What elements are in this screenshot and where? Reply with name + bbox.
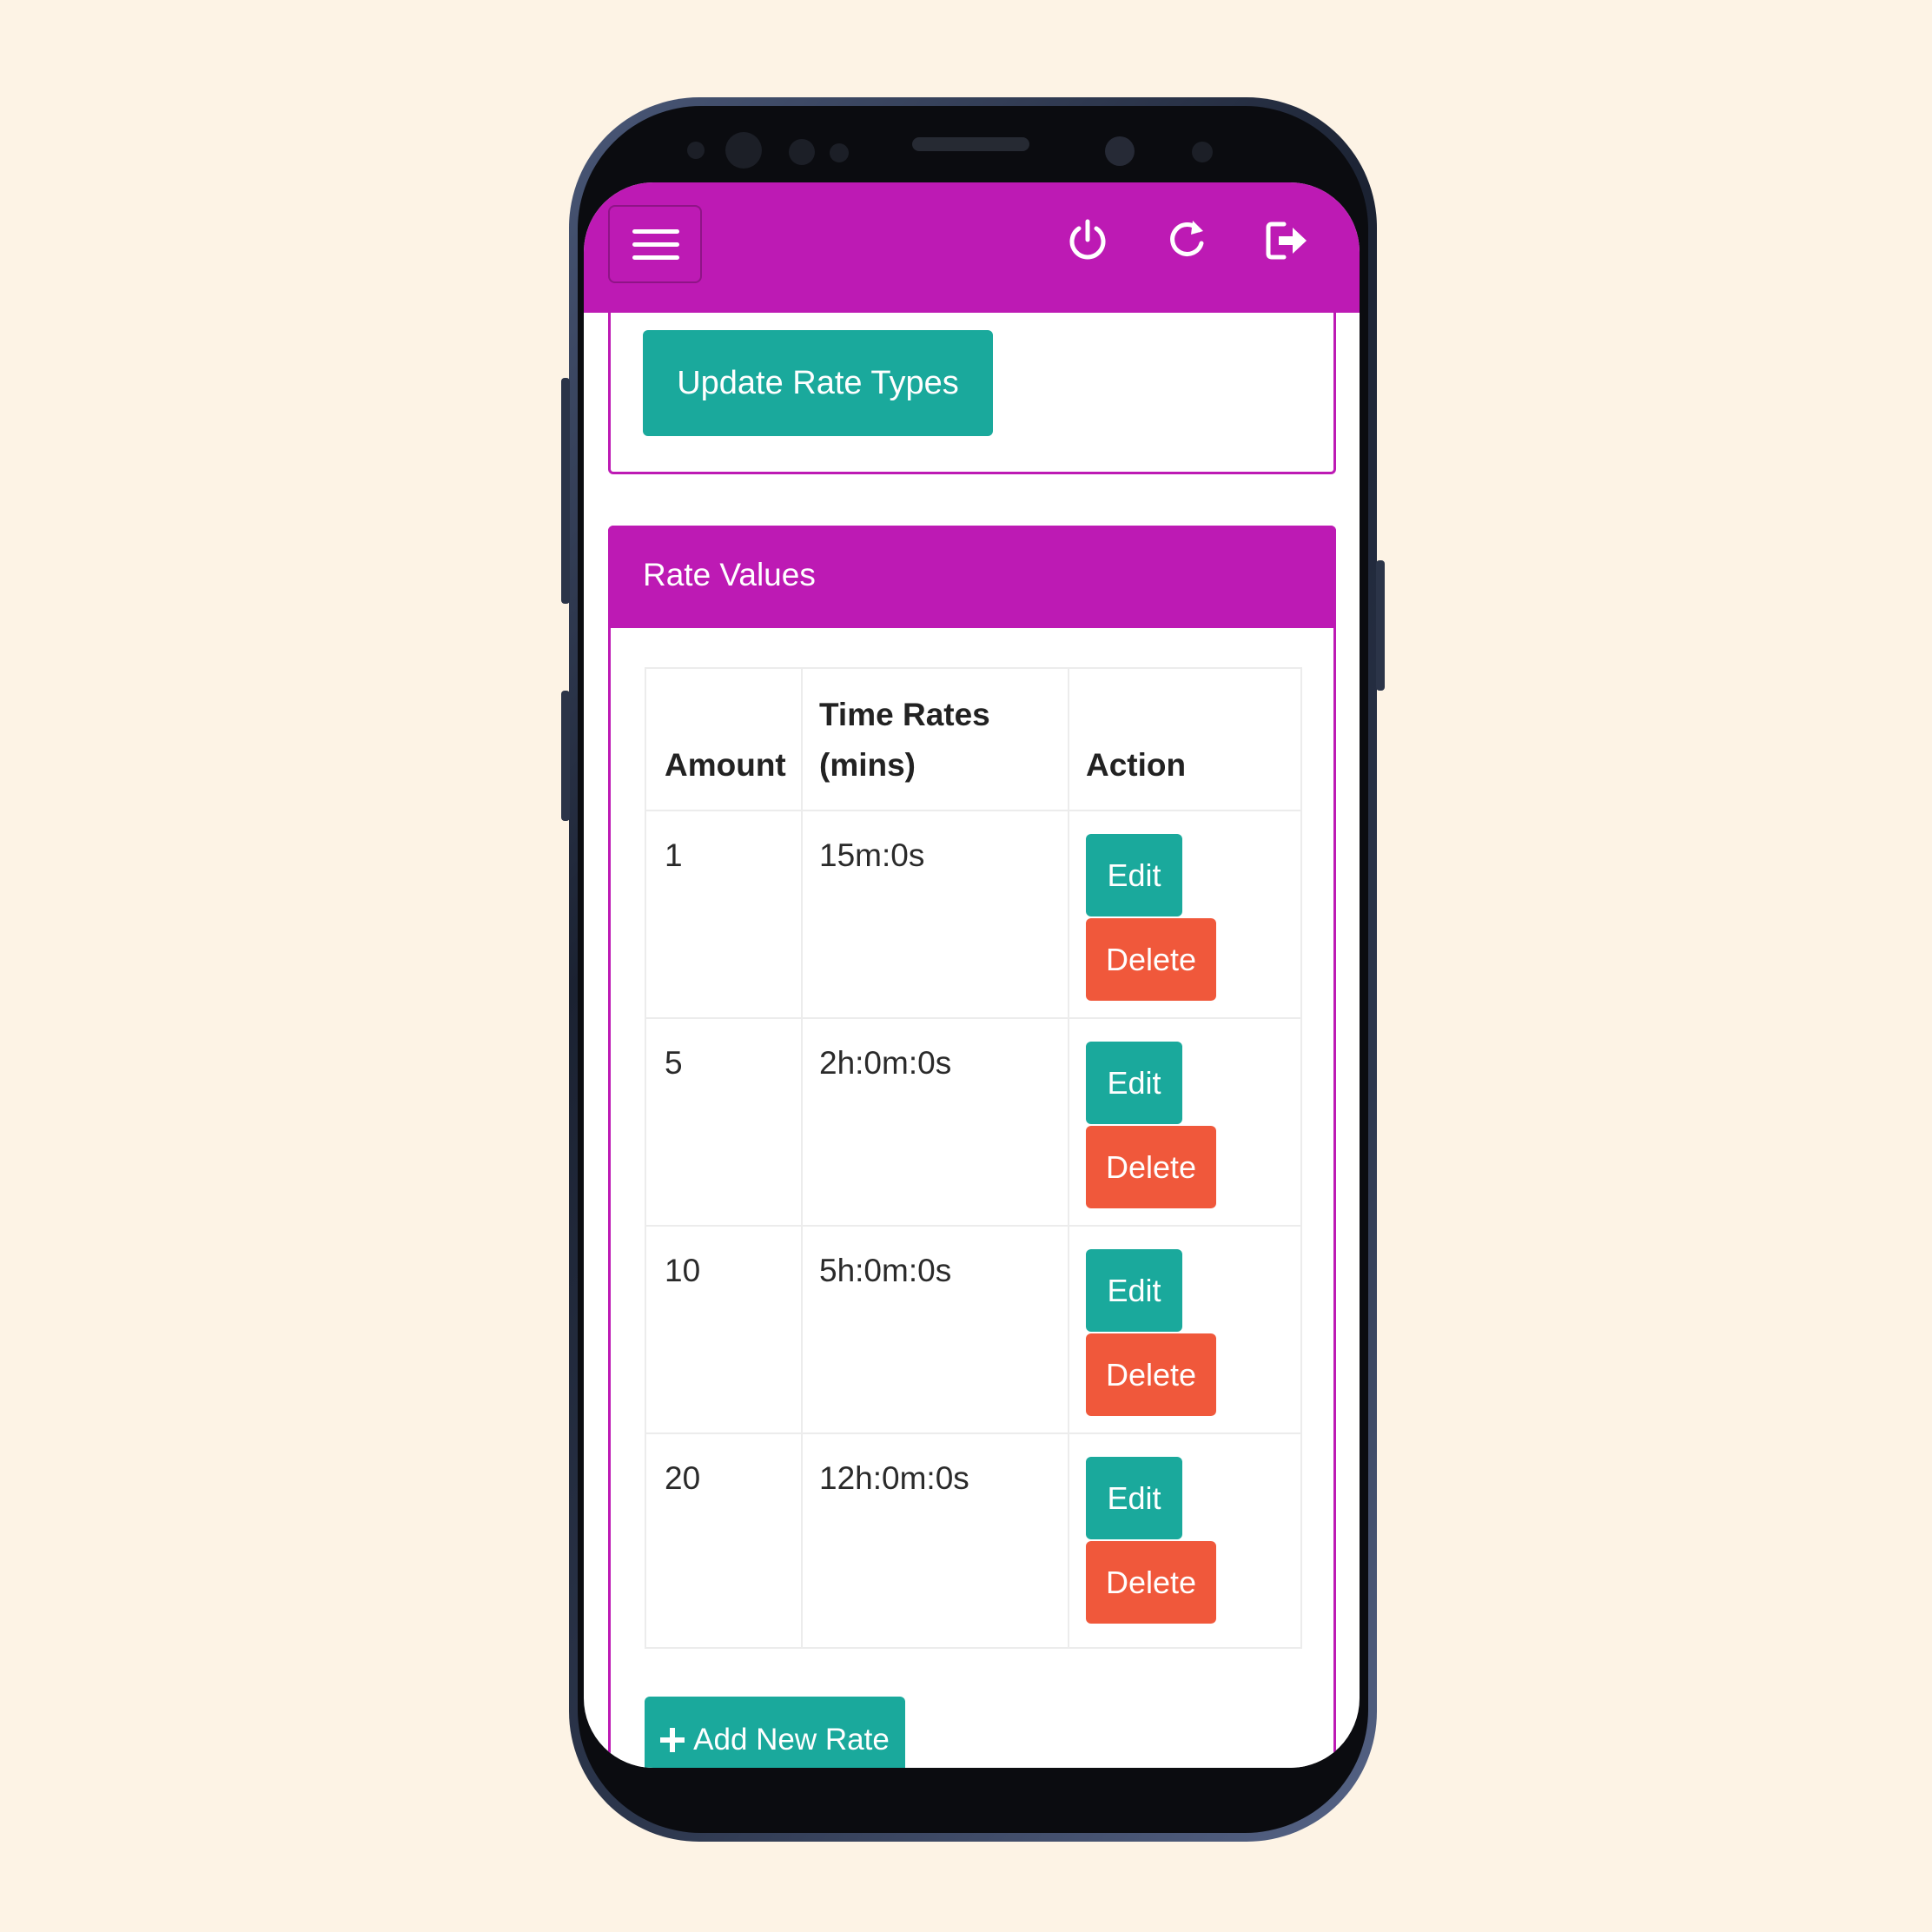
phone-speaker: [912, 137, 1029, 151]
phone-side-button: [1376, 560, 1385, 691]
power-icon[interactable]: [1064, 217, 1111, 264]
column-header-action: Action: [1086, 747, 1187, 783]
cell-amount: 10: [665, 1253, 701, 1288]
camera-lens: [725, 132, 762, 169]
refresh-icon[interactable]: [1163, 217, 1210, 264]
table-row-divider: [646, 1225, 1300, 1227]
add-new-rate-label: Add New Rate: [693, 1723, 890, 1757]
edit-button[interactable]: Edit: [1086, 1249, 1182, 1332]
phone-side-button: [561, 378, 570, 604]
table-row-divider: [646, 810, 1300, 811]
edit-button[interactable]: Edit: [1086, 1042, 1182, 1124]
app-screen: Update Rate Types Rate Values Amount Tim…: [584, 182, 1360, 1768]
plus-icon: [660, 1728, 685, 1752]
rate-values-card: Rate Values Amount Time Rates (mins) Act…: [608, 526, 1336, 1768]
cell-time-rate: 12h:0m:0s: [819, 1460, 969, 1496]
cell-time-rate: 2h:0m:0s: [819, 1045, 952, 1081]
update-rate-types-button[interactable]: Update Rate Types: [643, 330, 993, 436]
delete-button[interactable]: Delete: [1086, 1541, 1216, 1624]
camera-sensor: [830, 143, 849, 162]
logout-icon[interactable]: [1263, 217, 1310, 264]
column-header-time-rates: Time Rates (mins): [819, 690, 990, 791]
column-header-amount: Amount: [665, 747, 786, 783]
proximity-sensor: [1192, 142, 1213, 162]
hamburger-menu-icon[interactable]: [608, 205, 702, 283]
cell-amount: 1: [665, 837, 683, 873]
column-header-time-rates-line1: Time Rates: [819, 697, 990, 732]
edit-button[interactable]: Edit: [1086, 1457, 1182, 1539]
camera-sensor: [687, 142, 705, 159]
edit-button[interactable]: Edit: [1086, 834, 1182, 916]
rate-types-card: Update Rate Types: [608, 313, 1336, 474]
cell-time-rate: 5h:0m:0s: [819, 1253, 952, 1288]
phone-side-button: [561, 691, 570, 821]
delete-button[interactable]: Delete: [1086, 1126, 1216, 1208]
table-column-divider: [1068, 669, 1069, 1647]
delete-button[interactable]: Delete: [1086, 918, 1216, 1001]
table-column-divider: [801, 669, 803, 1647]
cell-amount: 5: [665, 1045, 683, 1081]
add-new-rate-button[interactable]: Add New Rate: [645, 1697, 905, 1768]
cell-time-rate: 15m:0s: [819, 837, 925, 873]
rate-values-header: Rate Values: [608, 526, 1336, 628]
rates-table: Amount Time Rates (mins) Action 1 15m:0s…: [645, 667, 1302, 1649]
front-camera: [1105, 136, 1135, 166]
camera-sensor: [789, 139, 815, 165]
delete-button[interactable]: Delete: [1086, 1333, 1216, 1416]
app-header: [584, 182, 1360, 313]
table-row-divider: [646, 1432, 1300, 1434]
column-header-time-rates-line2: (mins): [819, 747, 916, 783]
table-row-divider: [646, 1017, 1300, 1019]
cell-amount: 20: [665, 1460, 701, 1496]
rate-values-title: Rate Values: [643, 557, 816, 592]
